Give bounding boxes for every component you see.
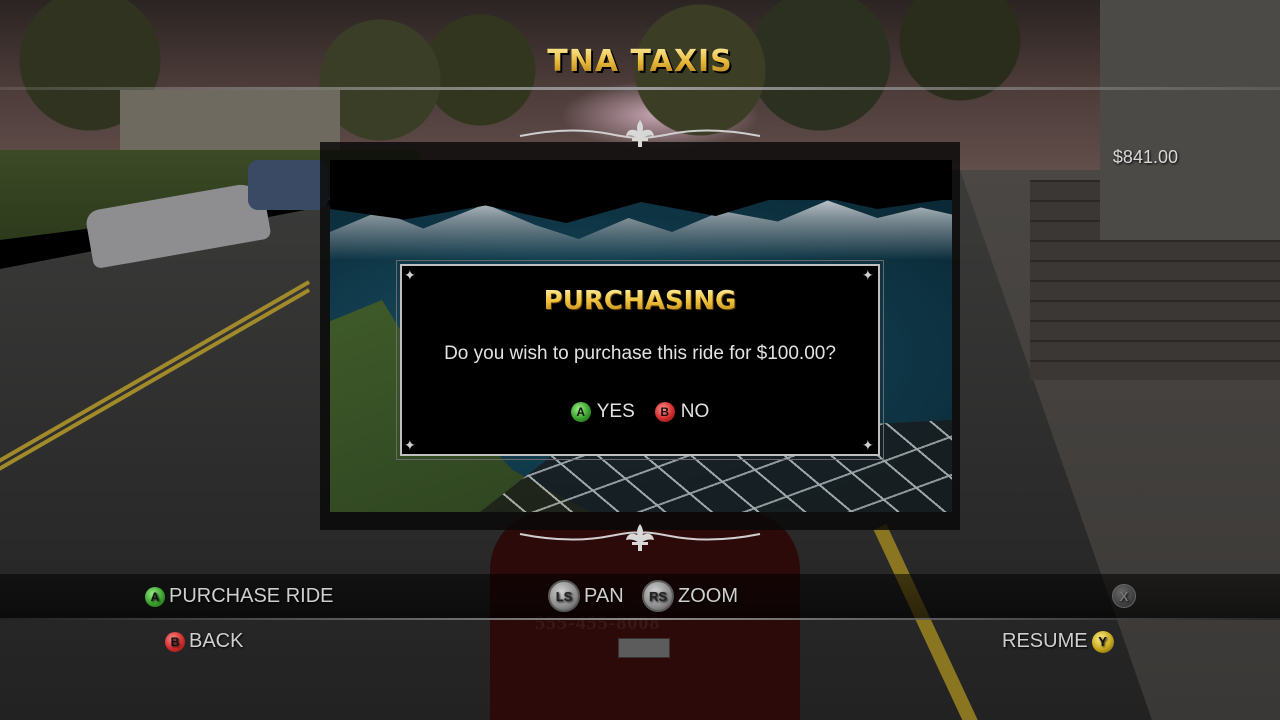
dialog-choices: A YES B NO — [402, 401, 878, 423]
yes-label: YES — [596, 401, 635, 422]
purchase-dialog: ✦ ✦ ✦ ✦ PURCHASING Do you wish to purcha… — [396, 260, 884, 460]
b-button-icon: B — [165, 631, 185, 652]
x-button[interactable]: X — [1112, 584, 1136, 608]
left-stick-icon: LS — [548, 580, 580, 612]
a-button-icon: A — [145, 586, 165, 607]
corner-ornament-icon: ✦ — [404, 267, 416, 283]
purchase-ride-button[interactable]: A PURCHASE RIDE — [145, 585, 333, 608]
zoom-control[interactable]: RS ZOOM — [642, 580, 738, 612]
back-label: BACK — [189, 630, 244, 652]
a-button-icon: A — [570, 402, 591, 422]
b-button-icon: B — [654, 402, 675, 422]
dialog-title: PURCHASING — [402, 286, 878, 316]
no-label: NO — [680, 401, 710, 422]
corner-ornament-icon: ✦ — [404, 437, 416, 453]
pan-label: PAN — [584, 584, 624, 607]
controls-divider — [0, 618, 1280, 620]
corner-ornament-icon: ✦ — [862, 437, 874, 453]
zoom-label: ZOOM — [678, 584, 738, 607]
corner-ornament-icon: ✦ — [862, 267, 874, 283]
page-title: TNA TAXIS — [0, 44, 1280, 79]
resume-label: RESUME — [1002, 630, 1088, 652]
right-stick-icon: RS — [642, 580, 674, 612]
license-plate — [618, 638, 670, 658]
dialog-message: Do you wish to purchase this ride for $1… — [444, 343, 836, 364]
title-divider — [0, 87, 1280, 90]
yes-button[interactable]: A YES — [570, 401, 635, 423]
back-button[interactable]: B BACK — [165, 630, 243, 653]
y-button-icon: Y — [1091, 630, 1114, 653]
money-display: $841.00 — [1112, 147, 1178, 167]
x-button-icon: X — [1112, 584, 1136, 608]
no-button[interactable]: B NO — [654, 401, 710, 423]
van — [248, 160, 328, 210]
resume-button[interactable]: RESUME Y — [1002, 630, 1114, 653]
pan-control[interactable]: LS PAN — [548, 580, 624, 612]
house-right — [1100, 0, 1280, 240]
building-left — [120, 90, 340, 160]
fleur-de-lis-icon — [519, 524, 761, 551]
purchase-ride-label: PURCHASE RIDE — [169, 585, 334, 607]
fleur-de-lis-icon — [519, 120, 761, 147]
